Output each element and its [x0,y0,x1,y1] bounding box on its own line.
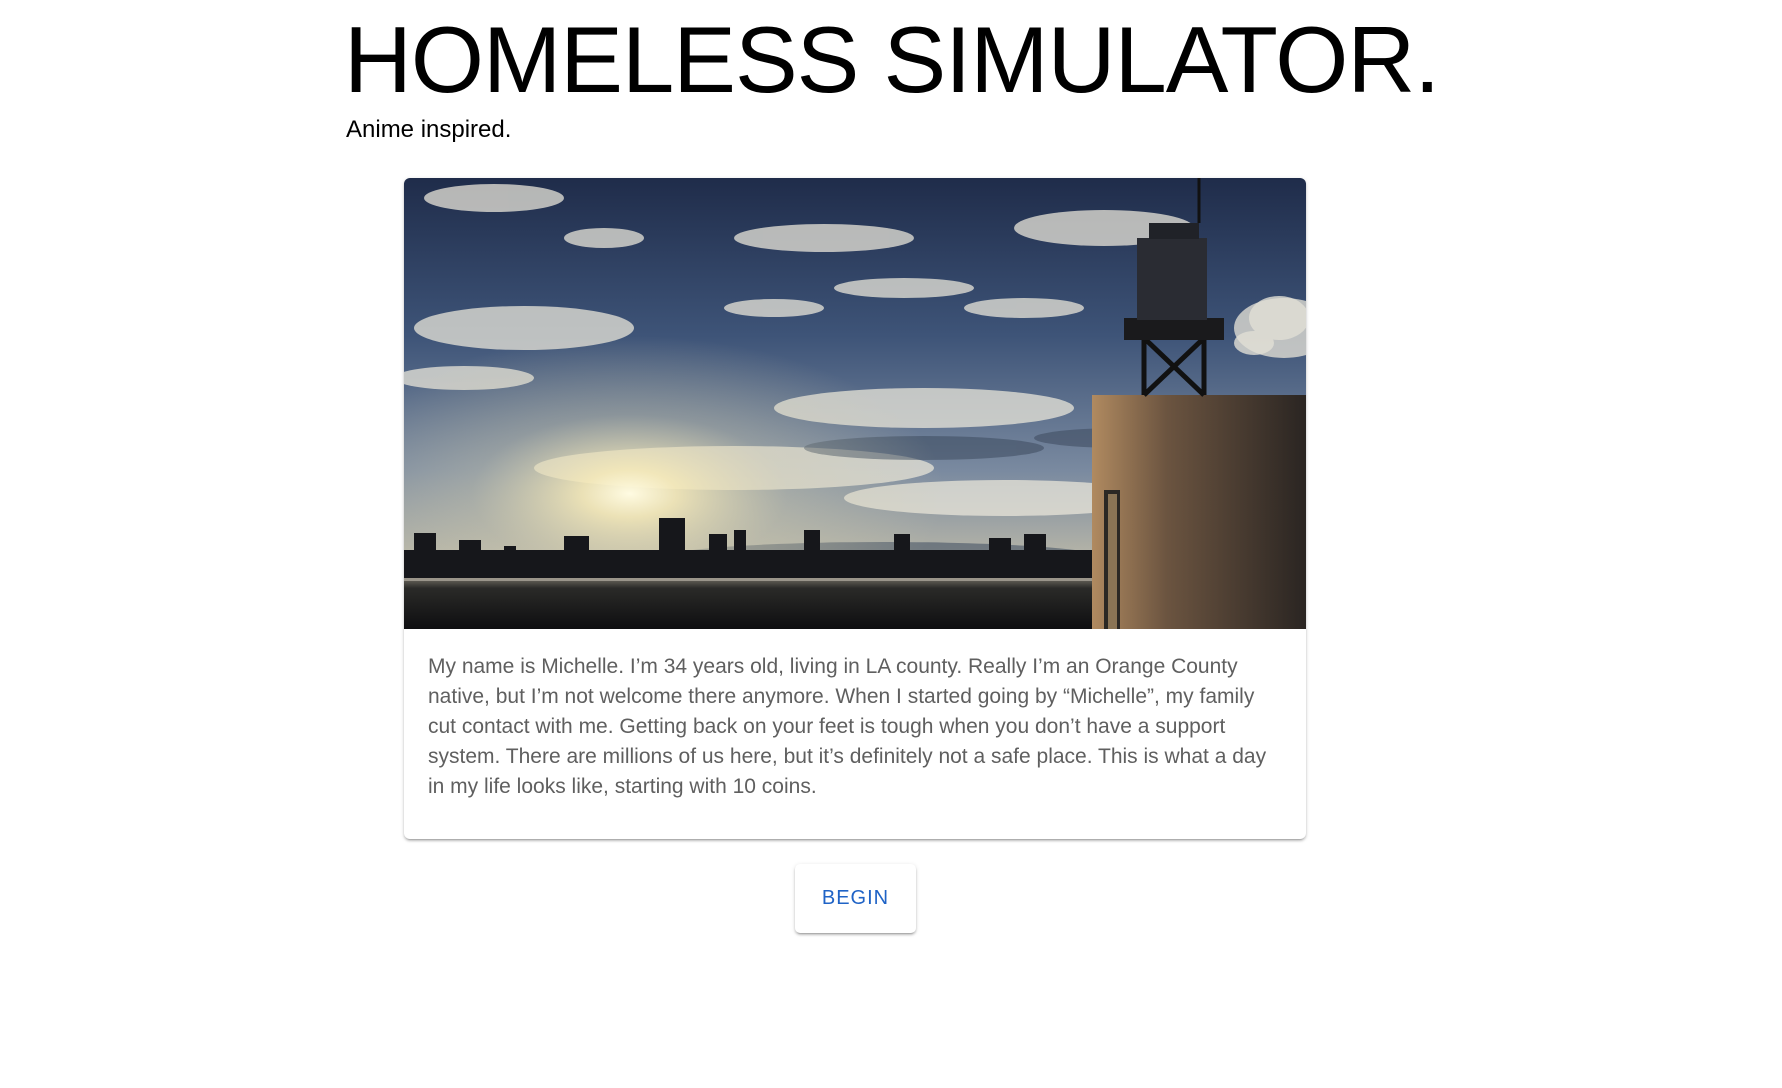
rooftop-scene-image [404,178,1306,629]
story-card: My name is Michelle. I’m 34 years old, l… [404,178,1306,839]
page-title: HOMELESS SIMULATOR. [344,7,1440,112]
page: HOMELESS SIMULATOR. Anime inspired. My n… [0,0,1782,1088]
story-description: My name is Michelle. I’m 34 years old, l… [428,655,1267,798]
begin-button[interactable]: BEGIN [795,864,916,933]
page-subtitle: Anime inspired. [346,116,512,143]
